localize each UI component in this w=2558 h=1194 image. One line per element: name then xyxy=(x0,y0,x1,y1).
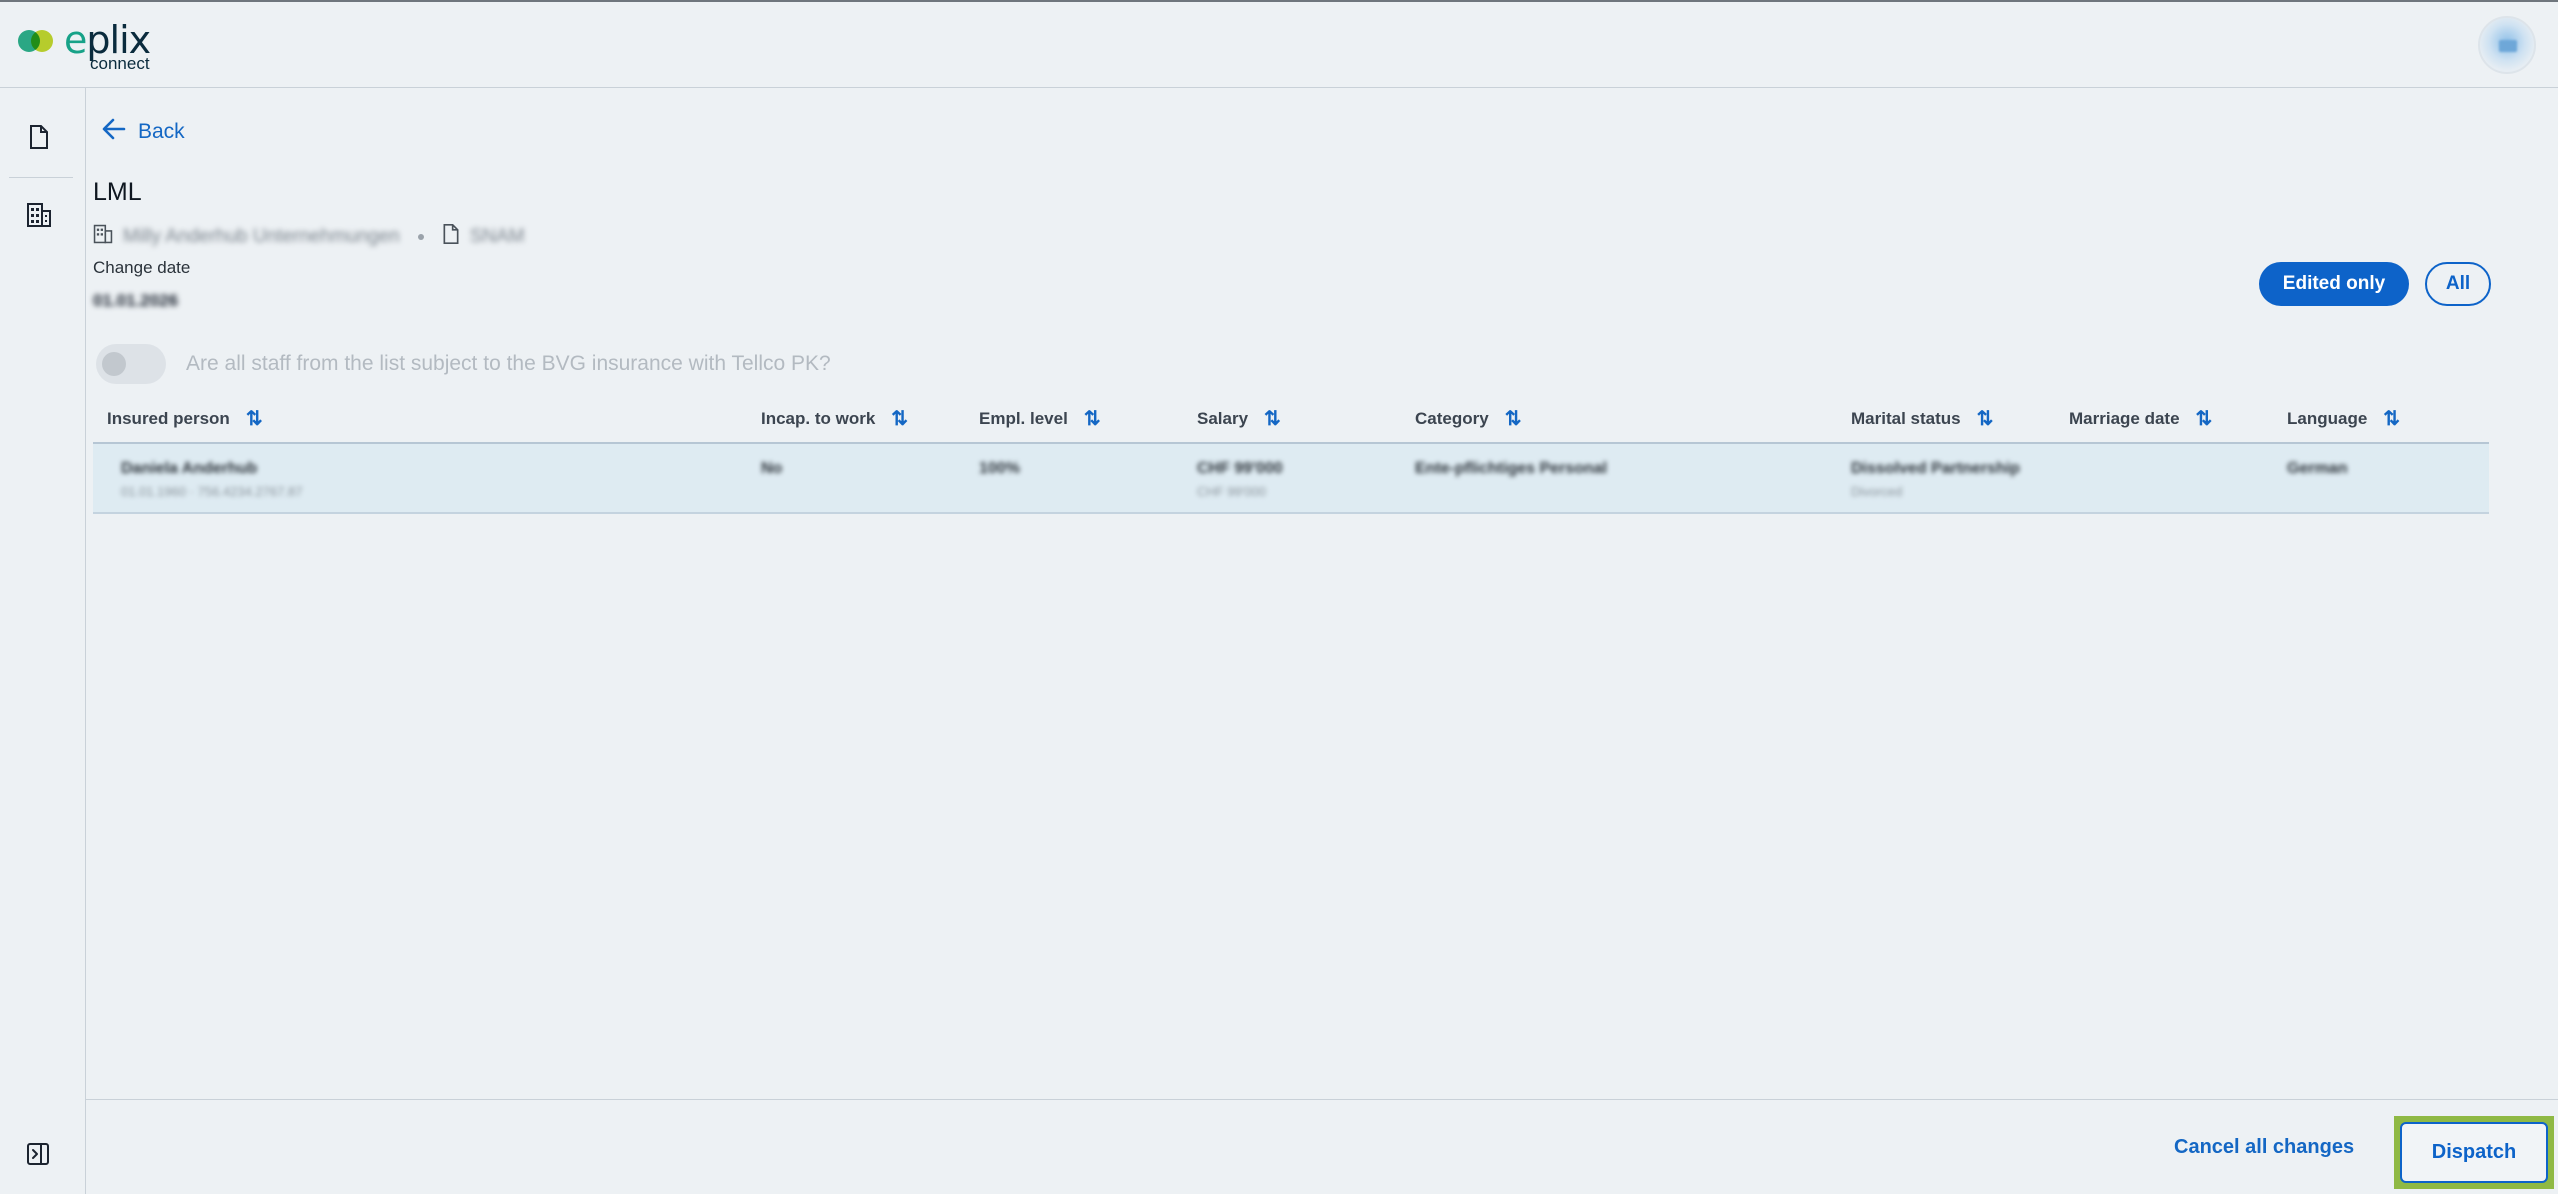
bvg-toggle-label: Are all staff from the list subject to t… xyxy=(186,352,831,375)
building-icon xyxy=(93,224,113,250)
user-avatar-icon xyxy=(2499,40,2517,52)
sort-icon[interactable]: ⇅ xyxy=(246,406,263,431)
table-row[interactable]: Daniela Anderhub 01.01.1960 · 756.4234.2… xyxy=(93,444,2489,514)
column-header-incap[interactable]: Incap. to work ⇅ xyxy=(761,406,908,431)
filter-edited-only-button[interactable]: Edited only xyxy=(2259,262,2409,306)
logo-subtitle: connect xyxy=(90,54,150,73)
cancel-all-changes-link[interactable]: Cancel all changes xyxy=(2174,1136,2354,1159)
change-date-label: Change date xyxy=(93,258,191,277)
footer-divider xyxy=(86,1099,2558,1100)
sort-icon[interactable]: ⇅ xyxy=(2196,406,2213,431)
filter-all-button[interactable]: All xyxy=(2425,262,2491,306)
sort-icon[interactable]: ⇅ xyxy=(1084,406,1101,431)
meta-separator xyxy=(417,234,424,240)
eplix-logo[interactable]: eplix connect xyxy=(18,18,168,74)
cell-empl-level: 100% xyxy=(979,460,1020,477)
sort-icon[interactable]: ⇅ xyxy=(1264,406,1281,431)
column-header-marital-status[interactable]: Marital status ⇅ xyxy=(1851,406,1993,431)
document-icon[interactable] xyxy=(26,124,52,150)
sidebar-divider xyxy=(9,177,73,178)
building-icon[interactable] xyxy=(26,202,52,228)
cell-language: German xyxy=(2287,460,2348,477)
cell-marital-status: Dissolved Partnership Divorced xyxy=(1851,460,2020,499)
column-header-category[interactable]: Category ⇅ xyxy=(1415,406,1521,431)
sort-icon[interactable]: ⇅ xyxy=(1977,406,1994,431)
sort-icon[interactable]: ⇅ xyxy=(891,406,908,431)
change-date-value: 01.01.2026 xyxy=(93,291,179,310)
document-id: SNAM xyxy=(469,226,525,247)
sort-icon[interactable]: ⇅ xyxy=(1505,406,1522,431)
sidebar-toggle-icon[interactable] xyxy=(26,1142,50,1166)
user-avatar[interactable] xyxy=(2478,16,2536,74)
column-header-language[interactable]: Language ⇅ xyxy=(2287,406,2400,431)
cell-insured-person: Daniela Anderhub 01.01.1960 · 756.4234.2… xyxy=(121,460,303,499)
column-header-insured-person[interactable]: Insured person ⇅ xyxy=(107,406,263,431)
sort-icon[interactable]: ⇅ xyxy=(2383,406,2400,431)
back-label: Back xyxy=(138,120,185,143)
company-name: Milly Anderhub Unternehmungen xyxy=(123,226,400,247)
cell-category: Ente-pflichtiges Personal xyxy=(1415,460,1608,477)
bvg-toggle-switch[interactable] xyxy=(96,344,166,384)
cell-salary: CHF 99'000 CHF 99'000 xyxy=(1197,460,1283,499)
insured-table: Insured person ⇅ Incap. to work ⇅ Empl. le… xyxy=(93,392,2489,514)
logo-mark-right xyxy=(31,30,53,52)
arrow-left-icon xyxy=(102,118,126,146)
filter-toggle-group: Edited only All xyxy=(2259,262,2491,306)
bvg-toggle-row: Are all staff from the list subject to t… xyxy=(96,344,831,384)
top-bar: eplix connect xyxy=(0,0,2558,88)
column-header-salary[interactable]: Salary ⇅ xyxy=(1197,406,1281,431)
column-header-empl-level[interactable]: Empl. level ⇅ xyxy=(979,406,1101,431)
dispatch-highlight: Dispatch xyxy=(2394,1116,2554,1189)
cell-incap: No xyxy=(761,460,783,477)
sidebar xyxy=(0,88,86,1194)
document-icon xyxy=(442,224,460,250)
page-title: LML xyxy=(93,178,142,206)
meta-row: Milly Anderhub Unternehmungen SNAM xyxy=(93,224,525,250)
table-header: Insured person ⇅ Incap. to work ⇅ Empl. le… xyxy=(93,392,2489,444)
back-link[interactable]: Back xyxy=(102,118,185,146)
dispatch-button[interactable]: Dispatch xyxy=(2400,1122,2548,1183)
toggle-knob xyxy=(102,352,126,376)
column-header-marriage-date[interactable]: Marriage date ⇅ xyxy=(2069,406,2212,431)
